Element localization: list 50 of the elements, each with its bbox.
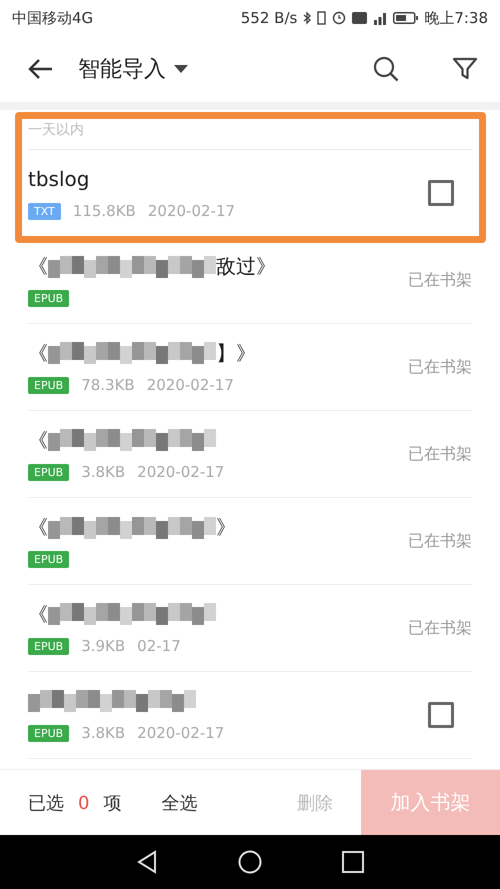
on-shelf-label: 已在书架	[408, 618, 472, 638]
format-tag: EPUB	[28, 724, 70, 742]
signal-icon	[373, 12, 388, 24]
select-all-button[interactable]: 全选	[161, 790, 198, 814]
selected-count-label: 已选 0 项	[28, 792, 122, 814]
file-title: 《	[28, 426, 48, 454]
file-date: 02-17	[137, 637, 181, 655]
file-size: 115.8KB	[72, 202, 136, 220]
file-date: 2020-02-17	[148, 202, 236, 220]
back-icon[interactable]	[136, 850, 158, 874]
carrier-label: 中国移动4G	[12, 8, 94, 28]
hd-icon	[352, 12, 368, 24]
format-tag: EPUB	[28, 376, 70, 394]
recents-icon[interactable]	[342, 851, 364, 873]
file-title: 《	[28, 253, 48, 280]
caret-icon	[174, 65, 188, 73]
title-dropdown[interactable]: 智能导入	[78, 54, 188, 84]
on-shelf-label: 已在书架	[408, 356, 472, 378]
file-title: 《	[28, 514, 48, 541]
file-date: 2020-02-17	[146, 376, 234, 394]
format-tag: EPUB	[28, 550, 70, 568]
file-date: 2020-02-17	[137, 463, 224, 481]
file-title: 《	[28, 340, 48, 366]
vibrate-icon	[317, 11, 326, 25]
file-size: 3.8KB	[81, 724, 126, 742]
network-speed: 552 B/s	[240, 9, 298, 27]
file-title: 】》	[216, 340, 256, 366]
format-tag: EPUB	[28, 638, 70, 654]
battery-icon	[393, 12, 418, 24]
on-shelf-label: 已在书架	[408, 270, 472, 290]
alarm-icon	[332, 11, 346, 25]
file-title: 敌过》	[216, 253, 276, 280]
file-size: 3.9KB	[81, 637, 126, 655]
file-size: 78.3KB	[81, 376, 135, 394]
format-tag: EPUB	[28, 464, 70, 480]
on-shelf-label: 已在书架	[408, 444, 472, 464]
file-title: 《	[28, 600, 48, 628]
format-tag: TXT	[28, 202, 61, 220]
checkbox[interactable]	[428, 180, 454, 206]
bluetooth-icon	[303, 11, 312, 25]
format-tag: EPUB	[28, 290, 70, 306]
on-shelf-label: 已在书架	[408, 530, 472, 552]
checkbox[interactable]	[428, 702, 454, 728]
home-icon[interactable]	[238, 850, 262, 874]
file-size: 3.8KB	[81, 463, 126, 481]
file-title: 》	[216, 514, 236, 541]
file-title: tbslog	[28, 167, 90, 191]
clock: 晚上7:38	[424, 8, 488, 28]
section-header: 一天以内	[28, 120, 84, 138]
file-date: 2020-02-17	[137, 724, 224, 742]
